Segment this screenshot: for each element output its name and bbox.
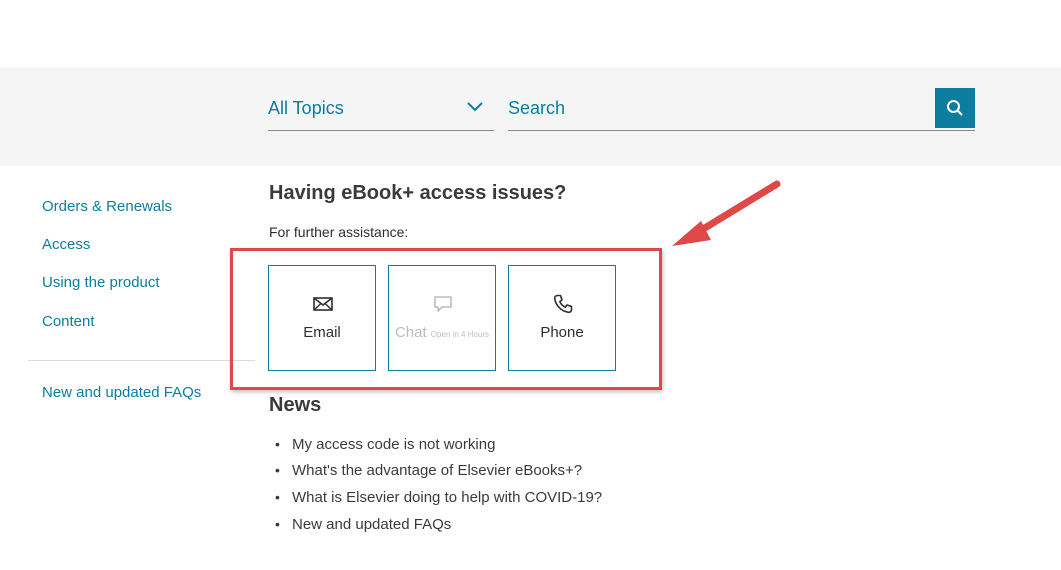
sidebar-divider (28, 360, 255, 361)
search-input[interactable] (508, 93, 928, 123)
news-heading: News (269, 394, 322, 416)
topic-dropdown[interactable]: All Topics (268, 89, 494, 131)
bullet: • (275, 436, 280, 452)
chat-label: Chat Open in 4 Hours (389, 324, 495, 341)
bullet: • (275, 462, 280, 478)
email-button[interactable]: Email (268, 265, 376, 371)
envelope-icon (313, 297, 333, 311)
sidebar-item-access[interactable]: Access (42, 236, 90, 253)
assistance-label: For further assistance: (269, 224, 409, 240)
phone-label: Phone (540, 324, 584, 341)
sidebar-item-content[interactable]: Content (42, 313, 95, 330)
email-label: Email (303, 324, 341, 341)
news-link[interactable]: New and updated FAQs (292, 516, 451, 533)
phone-button[interactable]: Phone (508, 265, 616, 371)
sidebar-item-new-faqs[interactable]: New and updated FAQs (42, 384, 201, 401)
page-title: Having eBook+ access issues? (269, 182, 567, 204)
news-link[interactable]: What is Elsevier doing to help with COVI… (292, 489, 602, 506)
sidebar-item-orders-renewals[interactable]: Orders & Renewals (42, 198, 172, 215)
chevron-down-icon (467, 102, 483, 112)
chat-button[interactable]: Chat Open in 4 Hours (388, 265, 496, 371)
chat-bubble-icon (434, 296, 452, 312)
bullet: • (275, 516, 280, 532)
annotation-arrow-icon (672, 180, 781, 246)
topic-dropdown-value: All Topics (268, 98, 344, 118)
search-field[interactable] (508, 89, 975, 131)
search-button[interactable] (935, 88, 975, 128)
chat-label-text: Chat (394, 324, 427, 341)
news-link[interactable]: What's the advantage of Elsevier eBooks+… (292, 462, 582, 479)
search-icon (947, 100, 963, 116)
chat-availability: Open in 4 Hours (430, 330, 490, 339)
bullet: • (275, 489, 280, 505)
news-link[interactable]: My access code is not working (292, 436, 495, 453)
sidebar-item-using-the-product[interactable]: Using the product (42, 274, 160, 291)
phone-icon (553, 294, 573, 314)
